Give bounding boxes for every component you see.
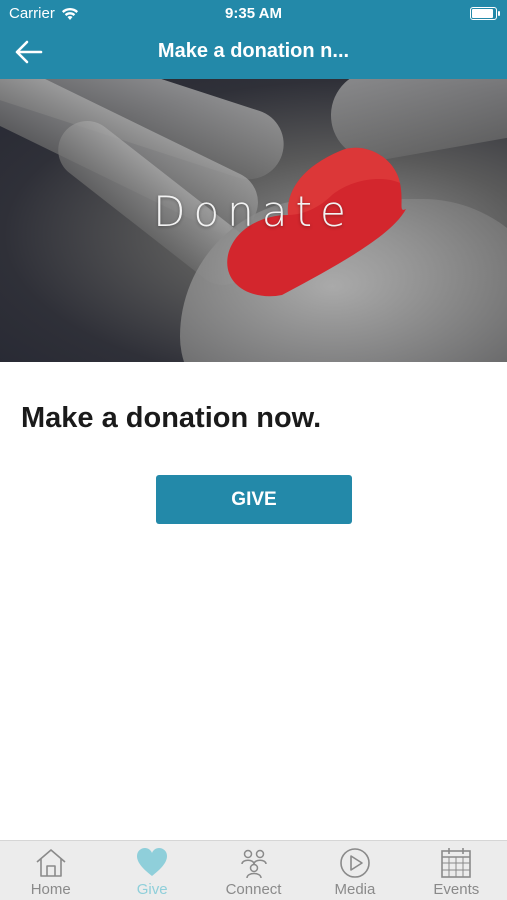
status-time: 9:35 AM — [225, 5, 282, 22]
donate-banner-image: Donate — [0, 79, 507, 362]
tab-give[interactable]: Give — [101, 841, 202, 900]
tab-events-label: Events — [433, 881, 480, 898]
page-title: Make a donation n... — [157, 40, 350, 62]
header-bar: Carrier 9:35 AM Make a donation n... — [0, 0, 507, 79]
tab-home[interactable]: Home — [0, 841, 101, 900]
tab-connect[interactable]: Connect — [203, 841, 304, 900]
battery-icon — [470, 7, 500, 20]
people-icon — [240, 849, 267, 879]
status-bar: Carrier 9:35 AM — [0, 0, 507, 28]
tab-media[interactable]: Media — [304, 841, 405, 900]
navigation-bar: Make a donation n... — [0, 30, 507, 74]
tab-connect-label: Connect — [225, 881, 282, 898]
calendar-icon — [441, 848, 472, 878]
donation-headline: Make a donation now. — [21, 402, 322, 434]
tab-bar: Home Give Connect Media Events — [0, 840, 507, 900]
play-icon — [340, 848, 370, 878]
tab-events[interactable]: Events — [406, 841, 507, 900]
tab-give-label: Give — [136, 881, 168, 898]
tab-home-label: Home — [30, 881, 71, 898]
heart-icon — [137, 848, 168, 876]
tab-media-label: Media — [334, 881, 376, 898]
home-icon — [36, 849, 66, 877]
banner-text: Donate — [153, 187, 354, 236]
give-button[interactable]: GIVE — [156, 475, 352, 524]
